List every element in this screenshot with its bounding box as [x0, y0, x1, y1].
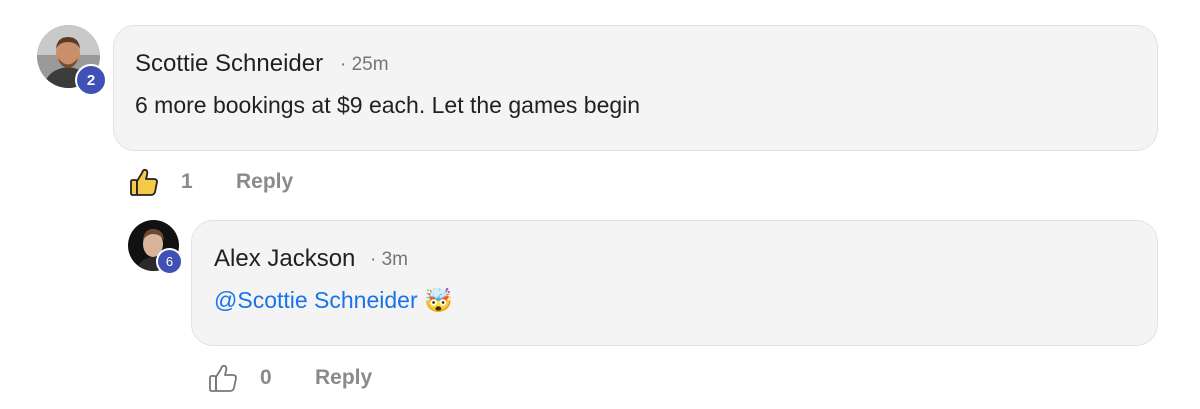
meta-separator: · [370, 249, 377, 270]
comment-author[interactable]: Alex Jackson [214, 245, 355, 273]
reply-button[interactable]: Reply [236, 170, 293, 194]
thumbs-up-filled-icon[interactable] [129, 167, 159, 202]
like-count: 0 [260, 366, 272, 389]
user-mention-link[interactable]: @Scottie Schneider [214, 287, 418, 313]
comment-text: 6 more bookings at $9 each. Let the game… [135, 92, 641, 118]
comment-bubble: Alex Jackson · 3m @Scottie Schneider 🤯 [191, 220, 1158, 346]
thumbs-up-outline-icon[interactable] [208, 363, 238, 398]
meta-separator: · [340, 54, 347, 75]
comment-timestamp[interactable]: 3m [382, 249, 408, 270]
user-badge: 2 [75, 64, 107, 96]
comment-timestamp[interactable]: 25m [352, 54, 389, 75]
comment-author[interactable]: Scottie Schneider [135, 50, 323, 78]
user-badge: 6 [156, 248, 183, 275]
like-count: 1 [181, 170, 193, 193]
comment-bubble: Scottie Schneider · 25m 6 more bookings … [113, 25, 1158, 151]
comment-meta: · 3m [370, 249, 408, 271]
comment-meta: · 25m [340, 54, 389, 76]
exploding-head-emoji-icon: 🤯 [424, 287, 453, 313]
comment-text: @Scottie Schneider 🤯 [214, 287, 453, 314]
reply-button[interactable]: Reply [315, 366, 372, 390]
